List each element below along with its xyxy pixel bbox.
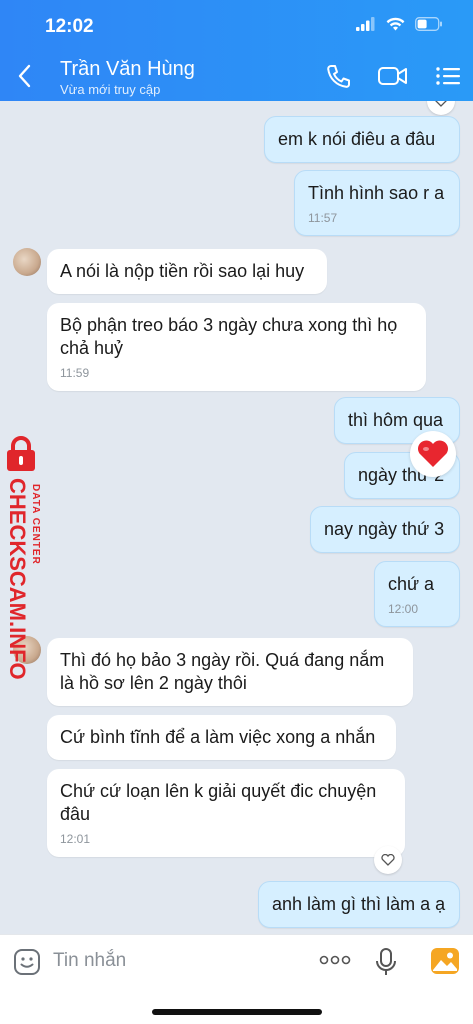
like-heart-icon[interactable]	[374, 846, 402, 874]
wifi-icon	[386, 17, 405, 31]
message-input[interactable]: Tin nhắn	[53, 950, 126, 972]
phone-icon[interactable]	[323, 62, 353, 90]
back-arrow-icon[interactable]	[14, 62, 36, 90]
watermark-sub-text: DATA CENTER	[30, 484, 41, 565]
heart-outline-icon	[435, 101, 447, 107]
home-indicator	[152, 1009, 322, 1015]
message-time: 12:01	[60, 832, 91, 846]
message-time: 12:00	[388, 602, 419, 616]
message-text: chứ a	[388, 574, 435, 594]
image-gallery-icon[interactable]	[430, 947, 460, 975]
watermark: CHECKSCAM.INFO DATA CENTER	[2, 436, 50, 680]
message-bubble-received[interactable]: Bộ phận treo báo 3 ngày chưa xong thì họ…	[47, 303, 426, 391]
contact-status: Vừa mới truy cập	[60, 82, 161, 97]
message-text: Bộ phận treo báo 3 ngày chưa xong thì họ…	[60, 315, 398, 358]
message-bubble-sent[interactable]: em k nói điêu a đâu	[264, 116, 460, 163]
watermark-main-text: CHECKSCAM.INFO	[5, 478, 30, 680]
signal-icon	[356, 17, 375, 31]
red-heart-icon	[417, 440, 449, 467]
message-bubble-sent[interactable]: anh làm gì thì làm a ạ	[258, 881, 460, 928]
message-bubble-received[interactable]: Thì đó họ bảo 3 ngày rồi. Quá đang nắm l…	[47, 638, 413, 706]
heart-outline-icon	[381, 854, 395, 866]
message-text: thì hôm qua	[348, 410, 444, 430]
message-bubble-received[interactable]: Cứ bình tĩnh để a làm việc xong a nhắn	[47, 715, 396, 760]
chat-header: 12:02 Trần Văn Hùng Vừa mới truy cập	[0, 0, 473, 101]
more-options-icon[interactable]	[319, 954, 351, 966]
message-bubble-received[interactable]: A nói là nộp tiền rồi sao lại huy	[47, 249, 327, 294]
chat-area[interactable]: em k nói điêu a đâu Tình hình sao r a 11…	[0, 101, 473, 934]
message-text: anh làm gì thì làm a ạ	[272, 894, 446, 914]
message-text: Tình hình sao r a	[308, 183, 445, 203]
like-heart-icon[interactable]	[427, 101, 455, 115]
message-time: 11:59	[60, 366, 90, 380]
message-text: Thì đó họ bảo 3 ngày rồi. Quá đang nắm l…	[60, 650, 385, 693]
message-text: nay ngày thứ 3	[324, 519, 445, 539]
message-text: A nói là nộp tiền rồi sao lại huy	[60, 261, 305, 281]
message-bubble-received[interactable]: Chứ cứ loạn lên k giải quyết đic chuyện …	[47, 769, 405, 857]
contact-avatar[interactable]	[13, 248, 41, 276]
message-bubble-sent[interactable]: nay ngày thứ 3	[310, 506, 460, 553]
message-time: 11:57	[308, 211, 338, 225]
sticker-icon[interactable]	[13, 948, 41, 976]
message-bubble-sent[interactable]: chứ a 12:00	[374, 561, 460, 627]
microphone-icon[interactable]	[375, 947, 397, 977]
message-text: em k nói điêu a đâu	[278, 129, 436, 149]
message-bubble-sent[interactable]: Tình hình sao r a 11:57	[294, 170, 460, 236]
status-time: 12:02	[45, 16, 94, 37]
video-call-icon[interactable]	[377, 62, 409, 90]
lock-icon	[7, 436, 35, 471]
status-icons	[356, 17, 443, 31]
message-text: Cứ bình tĩnh để a làm việc xong a nhắn	[60, 727, 376, 747]
menu-list-icon[interactable]	[434, 62, 462, 90]
battery-icon	[415, 17, 442, 31]
message-text: Chứ cứ loạn lên k giải quyết đic chuyện …	[60, 781, 377, 824]
contact-name[interactable]: Trần Văn Hùng	[60, 58, 195, 81]
reaction-heart[interactable]	[410, 431, 456, 477]
